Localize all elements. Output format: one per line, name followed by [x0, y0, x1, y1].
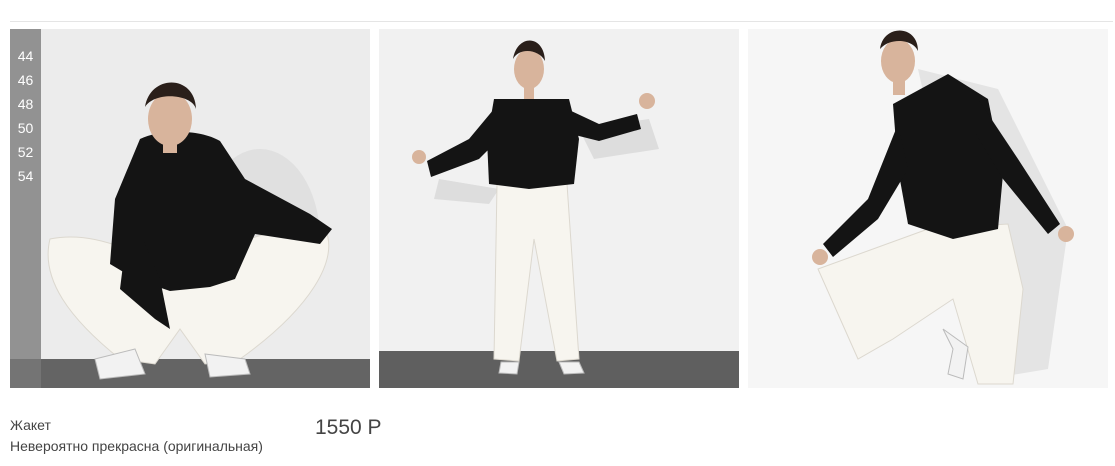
size-option[interactable]: 52 [10, 140, 41, 164]
product-photo-2[interactable] [379, 29, 739, 388]
size-list: 44 46 48 50 52 54 [10, 29, 41, 188]
size-option[interactable]: 50 [10, 116, 41, 140]
product-photo-crouching [10, 29, 370, 388]
product-photo-1[interactable]: 44 46 48 50 52 54 [10, 29, 370, 388]
product-info: Жакет Невероятно прекрасна (оригинальная… [10, 414, 410, 466]
size-strip: 44 46 48 50 52 54 [10, 29, 41, 388]
product-photo-3[interactable] [748, 29, 1108, 388]
size-option[interactable]: 48 [10, 92, 41, 116]
product-price: 1550 Р [315, 416, 382, 439]
top-divider [10, 21, 1113, 22]
product-photo-standing [379, 29, 739, 388]
product-photo-leaning [748, 29, 1108, 388]
size-option[interactable]: 54 [10, 164, 41, 188]
product-photo-gallery: 44 46 48 50 52 54 [10, 29, 1113, 388]
product-type-label[interactable]: Жакет [10, 417, 51, 433]
size-option[interactable]: 46 [10, 68, 41, 92]
size-option[interactable]: 44 [10, 44, 41, 68]
product-card[interactable]: 44 46 48 50 52 54 Жакет Невероятно прекр… [10, 29, 1113, 466]
product-name[interactable]: Невероятно прекрасна (оригинальная) [10, 438, 263, 454]
